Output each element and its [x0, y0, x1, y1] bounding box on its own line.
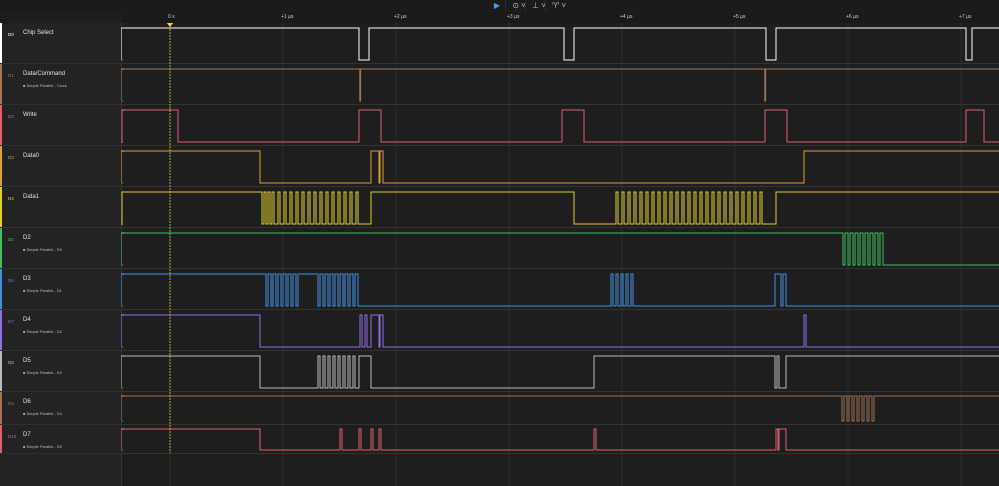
- channel-id: D10: [8, 434, 17, 439]
- channel-id: D4: [8, 196, 14, 201]
- waveform-trace: [121, 273, 999, 307]
- channel-color-strip: [0, 187, 2, 227]
- level-low-label: L: [122, 386, 124, 390]
- channel-color-strip: [0, 269, 2, 309]
- waveform-trace: [121, 109, 999, 143]
- channel-name: D7: [23, 432, 31, 438]
- time-tick-label: +7 µs: [959, 14, 972, 20]
- level-low-label: L: [122, 345, 124, 349]
- toolbar: ▶ ⊙ ˅ ⊥ ˅ ♈ ˅: [0, 0, 999, 11]
- analyzer-label[interactable]: Simple Parallel - D3: [23, 370, 62, 375]
- channel-name: Data0: [23, 153, 40, 159]
- level-high-label: H: [122, 313, 124, 317]
- analyzer-label[interactable]: Simple Parallel - D1: [23, 288, 62, 293]
- level-low-label: L: [122, 448, 124, 452]
- trigger-options-icon[interactable]: ♈ ˅: [545, 0, 572, 11]
- channel-color-strip: [0, 310, 2, 350]
- channel-color-strip: [0, 228, 2, 268]
- channel-color-strip: [0, 351, 2, 391]
- level-high-label: H: [122, 231, 124, 235]
- level-high-label: H: [122, 108, 124, 112]
- channel-color-strip: [0, 425, 2, 453]
- analyzer-label[interactable]: Simple Parallel - D4: [23, 411, 62, 416]
- level-low-label: L: [122, 419, 124, 423]
- channel-row[interactable]: D2 Write: [0, 105, 121, 146]
- time-tick-label: +5 µs: [733, 14, 746, 20]
- time-tick-label: +1 µs: [281, 14, 294, 20]
- channel-name: Data/Command: [23, 71, 66, 77]
- channel-name: D3: [23, 276, 31, 282]
- analyzer-label[interactable]: Simple Parallel - D2: [23, 329, 62, 334]
- level-high-label: H: [122, 354, 124, 358]
- level-low-label: L: [122, 222, 124, 226]
- channel-color-strip: [0, 146, 2, 186]
- channel-row[interactable]: D7 D4 Simple Parallel - D2: [0, 310, 121, 351]
- waveform-traces: HLHLHLHLHLHLHLHLHLHLHL: [121, 26, 999, 452]
- time-tick-label: +2 µs: [394, 14, 407, 20]
- analyzer-label[interactable]: Simple Parallel - Clock: [23, 83, 67, 88]
- channel-name: D4: [23, 317, 31, 323]
- channel-id: D3: [8, 155, 14, 160]
- channel-id: D8: [8, 360, 14, 365]
- channel-row[interactable]: D6 D3 Simple Parallel - D1: [0, 269, 121, 310]
- time-tick-label: +6 µs: [846, 14, 859, 20]
- time-tick-label: +4 µs: [620, 14, 633, 20]
- waveform-trace: [121, 428, 999, 451]
- channel-row[interactable]: D5 D2 Simple Parallel - D0: [0, 228, 121, 269]
- time-tick-label: 0 s: [168, 14, 175, 20]
- channel-name: Chip Select: [23, 30, 54, 36]
- channel-color-strip: [0, 105, 2, 145]
- channel-color-strip: [0, 64, 2, 104]
- analyzer-label[interactable]: Simple Parallel - D5: [23, 444, 62, 449]
- channel-name: Data1: [23, 194, 40, 200]
- channel-name: D2: [23, 235, 31, 241]
- level-low-label: L: [122, 140, 124, 144]
- level-low-label: L: [122, 304, 124, 308]
- channel-row[interactable]: D9 D6 Simple Parallel - D4: [0, 392, 121, 425]
- level-high-label: H: [122, 427, 124, 431]
- time-tick-label: +3 µs: [507, 14, 520, 20]
- waveform-trace: [121, 395, 999, 422]
- channel-name: Write: [23, 112, 37, 118]
- channel-id: D6: [8, 278, 14, 283]
- waveform-trace: [121, 150, 999, 184]
- waveform-trace: [121, 355, 999, 389]
- channel-id: D7: [8, 319, 14, 324]
- channel-name: D6: [23, 399, 31, 405]
- channel-row[interactable]: D4 Data1: [0, 187, 121, 228]
- channel-row[interactable]: D3 Data0: [0, 146, 121, 187]
- level-high-label: H: [122, 190, 124, 194]
- channel-id: D9: [8, 401, 14, 406]
- channel-row[interactable]: D10 D7 Simple Parallel - D5: [0, 425, 121, 454]
- waveform-trace: [121, 191, 999, 225]
- level-high-label: H: [122, 26, 124, 30]
- channel-id: D2: [8, 114, 14, 119]
- level-high-label: H: [122, 149, 124, 153]
- level-low-label: L: [122, 181, 124, 185]
- channel-panel: D0 Chip Select D1 Data/Command Simple Pa…: [0, 23, 122, 486]
- waveform-trace: [121, 68, 999, 102]
- channel-row[interactable]: D8 D5 Simple Parallel - D3: [0, 351, 121, 392]
- level-low-label: L: [122, 263, 124, 267]
- channel-color-strip: [0, 23, 2, 63]
- marker-handle-icon[interactable]: [166, 23, 174, 27]
- channel-row[interactable]: D0 Chip Select: [0, 23, 121, 64]
- level-high-label: H: [122, 272, 124, 276]
- channel-color-strip: [0, 392, 2, 424]
- waveform-area[interactable]: HLHLHLHLHLHLHLHLHLHLHL: [121, 23, 999, 486]
- waveform-trace: [121, 232, 999, 266]
- channel-row[interactable]: D1 Data/Command Simple Parallel - Clock: [0, 64, 121, 105]
- level-high-label: H: [122, 67, 124, 71]
- level-high-label: H: [122, 394, 124, 398]
- channel-id: D1: [8, 73, 14, 78]
- waveform-trace: [121, 314, 999, 348]
- level-low-label: L: [122, 99, 124, 103]
- channel-name: D5: [23, 358, 31, 364]
- level-low-label: L: [122, 58, 124, 62]
- channel-id: D0: [8, 32, 14, 37]
- waveform-trace: [121, 27, 999, 61]
- analyzer-label[interactable]: Simple Parallel - D0: [23, 247, 62, 252]
- time-ruler[interactable]: 0 s +1 µs +2 µs +3 µs +4 µs +5 µs +6 µs …: [121, 12, 999, 23]
- channel-id: D5: [8, 237, 14, 242]
